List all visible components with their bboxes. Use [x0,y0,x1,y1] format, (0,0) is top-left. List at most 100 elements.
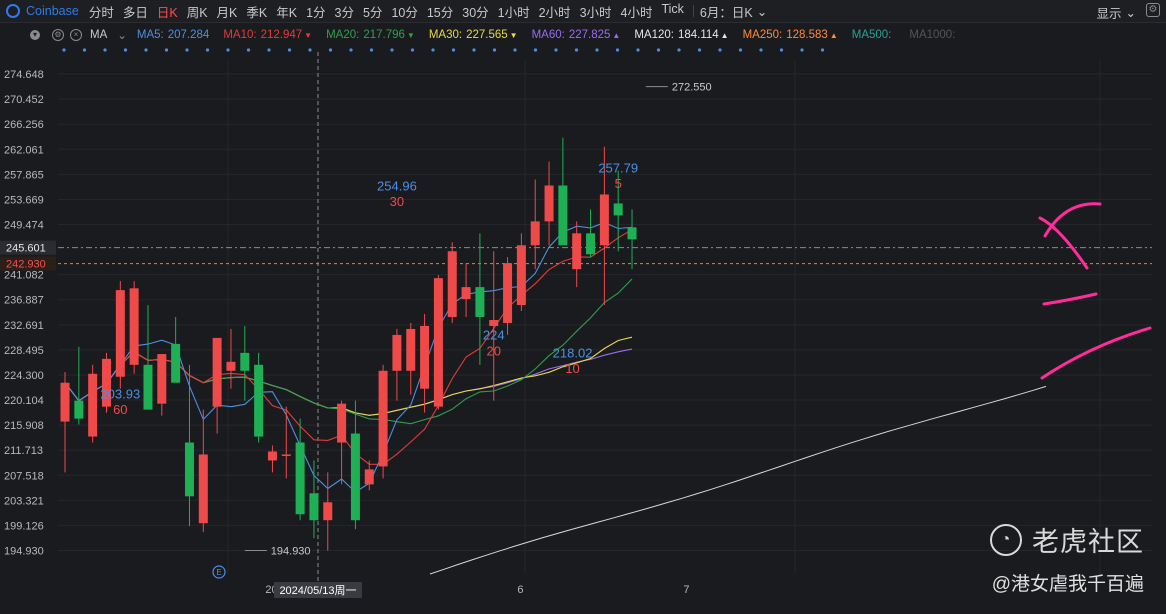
timeframe-tab[interactable]: 多日 [123,2,148,21]
y-tick-label: 241.082 [4,270,44,282]
ticker-name[interactable]: Coinbase [26,4,79,18]
timeframe-tab[interactable]: 月K [217,2,238,21]
candle-body [198,454,208,524]
timeframe-tab[interactable]: 1小时 [498,2,530,21]
event-marker [287,48,292,52]
candle-body [212,337,222,407]
ma-label: MA5: [136,29,164,41]
ma-arrow-icon: ▲ [612,31,621,40]
ma-label: MA20: [326,29,360,41]
event-marker [185,48,189,52]
event-marker [123,48,128,52]
chart-annotation: 257.79 [598,160,638,175]
candle-body [226,361,236,371]
period-selector[interactable]: 6月：日K ⌄ [700,2,767,21]
timeframe-tab[interactable]: 周K [187,2,208,21]
candle-body [295,442,305,515]
y-tick-label: 199.126 [4,520,44,532]
timeframe-tab[interactable]: Tick [661,2,683,21]
timeframe-tab[interactable]: 3分 [335,2,354,21]
timeframe-tab[interactable]: 3小时 [580,2,612,21]
watermark-brand: 老虎社区 [1032,527,1144,557]
timeframe-tab[interactable]: 年K [276,2,297,21]
display-dropdown[interactable]: 显示 ⌄ [1097,3,1137,22]
current-price-label: 245.601 [6,243,46,255]
event-marker [328,48,333,52]
ma-value: 207.284 [167,29,210,41]
candle-body [350,433,360,521]
candle-body [115,290,125,377]
indicator-bar: ▾ ⚙ × MA ⌄ MA5: 207.284 MA10: 212.947 ▼ MA20:… [0,24,1166,46]
event-marker [554,48,558,52]
candle-body [337,403,347,443]
candle-body [530,221,540,246]
candle-body [129,288,139,365]
event-marker [779,48,784,52]
crosshair-date-label: 2024/05/13周一 [279,584,356,597]
settings-icon[interactable]: ⚙ [52,29,64,41]
ma-arrow-icon: ▼ [304,31,313,40]
timeframe-tab[interactable]: 4小时 [621,2,653,21]
y-tick-label: 194.930 [4,546,44,558]
ma-value: 184.114 [677,29,719,41]
chevron-down-icon[interactable]: ⌄ [117,28,127,42]
candle-body [74,400,84,419]
ma-item: MA5: 207.284 [137,29,209,41]
event-marker [759,48,763,52]
timeframe-tab[interactable]: 分时 [89,2,114,21]
timeframe-tab[interactable]: 15分 [427,2,453,21]
y-tick-label: 211.713 [4,445,43,457]
event-marker [513,48,517,52]
event-marker [738,48,743,52]
y-tick-label: 220.104 [4,395,44,407]
chart-annotation: 254.96 [377,178,417,193]
drawn-stroke [1038,216,1089,270]
ma-arrow-icon: ▼ [509,31,518,40]
event-marker [533,48,538,52]
timeframe-tab[interactable]: 日K [157,2,178,21]
timeframe-tab[interactable]: 2小时 [539,2,571,21]
y-tick-label: 215.908 [4,420,44,432]
timeframe-tab[interactable]: 季K [246,2,267,21]
close-icon[interactable]: × [70,29,82,41]
y-tick-label: 224.300 [4,370,44,382]
event-marker [595,48,599,52]
indicator-type[interactable]: MA [90,29,107,41]
ma-arrow-icon: ▲ [720,31,729,40]
x-tick-label: 6 [517,584,523,596]
x-tick-label: 7 [683,584,689,596]
event-marker [677,48,681,52]
y-tick-label: 253.669 [4,194,44,206]
candle-body [613,203,623,216]
settings-gear-icon[interactable]: ⚙ [1146,3,1160,17]
earnings-marker-letter: E [216,568,221,577]
event-marker [103,48,107,52]
y-tick-label: 266.256 [4,119,44,131]
ma-arrow-icon: ▼ [406,31,415,40]
ma-value: 227.825 [568,29,611,41]
tiger-logo-icon: ◔ [990,523,1022,556]
marked-price-label: 242.930 [6,259,46,271]
ma-item: MA60: 227.825 ▲ [532,29,621,41]
candle-body [240,352,250,371]
event-marker [800,48,804,52]
candle-body [157,354,167,404]
event-marker [205,48,210,52]
candle-body [503,263,513,323]
chart-annotation: 5 [615,176,622,191]
y-tick-label: 232.691 [4,320,44,332]
timeframe-tab[interactable]: 30分 [462,2,488,21]
event-marker [820,48,825,52]
candle-body [489,319,499,326]
timeframe-tab[interactable]: 1分 [306,2,325,21]
top-toolbar: Coinbase 分时 多日 日K 周K 月K 季K 年K 1分 3分 5分 10分 15分 30分 1小… [0,0,1166,23]
candle-body [267,451,277,461]
ma-item: MA500: [852,29,896,41]
chart-annotation: 60 [113,402,127,417]
timeframe-tab[interactable]: 10分 [391,2,417,21]
timeframe-tab[interactable]: 5分 [363,2,382,21]
candle-body [392,334,402,371]
collapse-toggle-icon[interactable]: ▾ [30,30,40,40]
candle-body [516,245,526,306]
chart-annotation: 30 [390,194,404,209]
